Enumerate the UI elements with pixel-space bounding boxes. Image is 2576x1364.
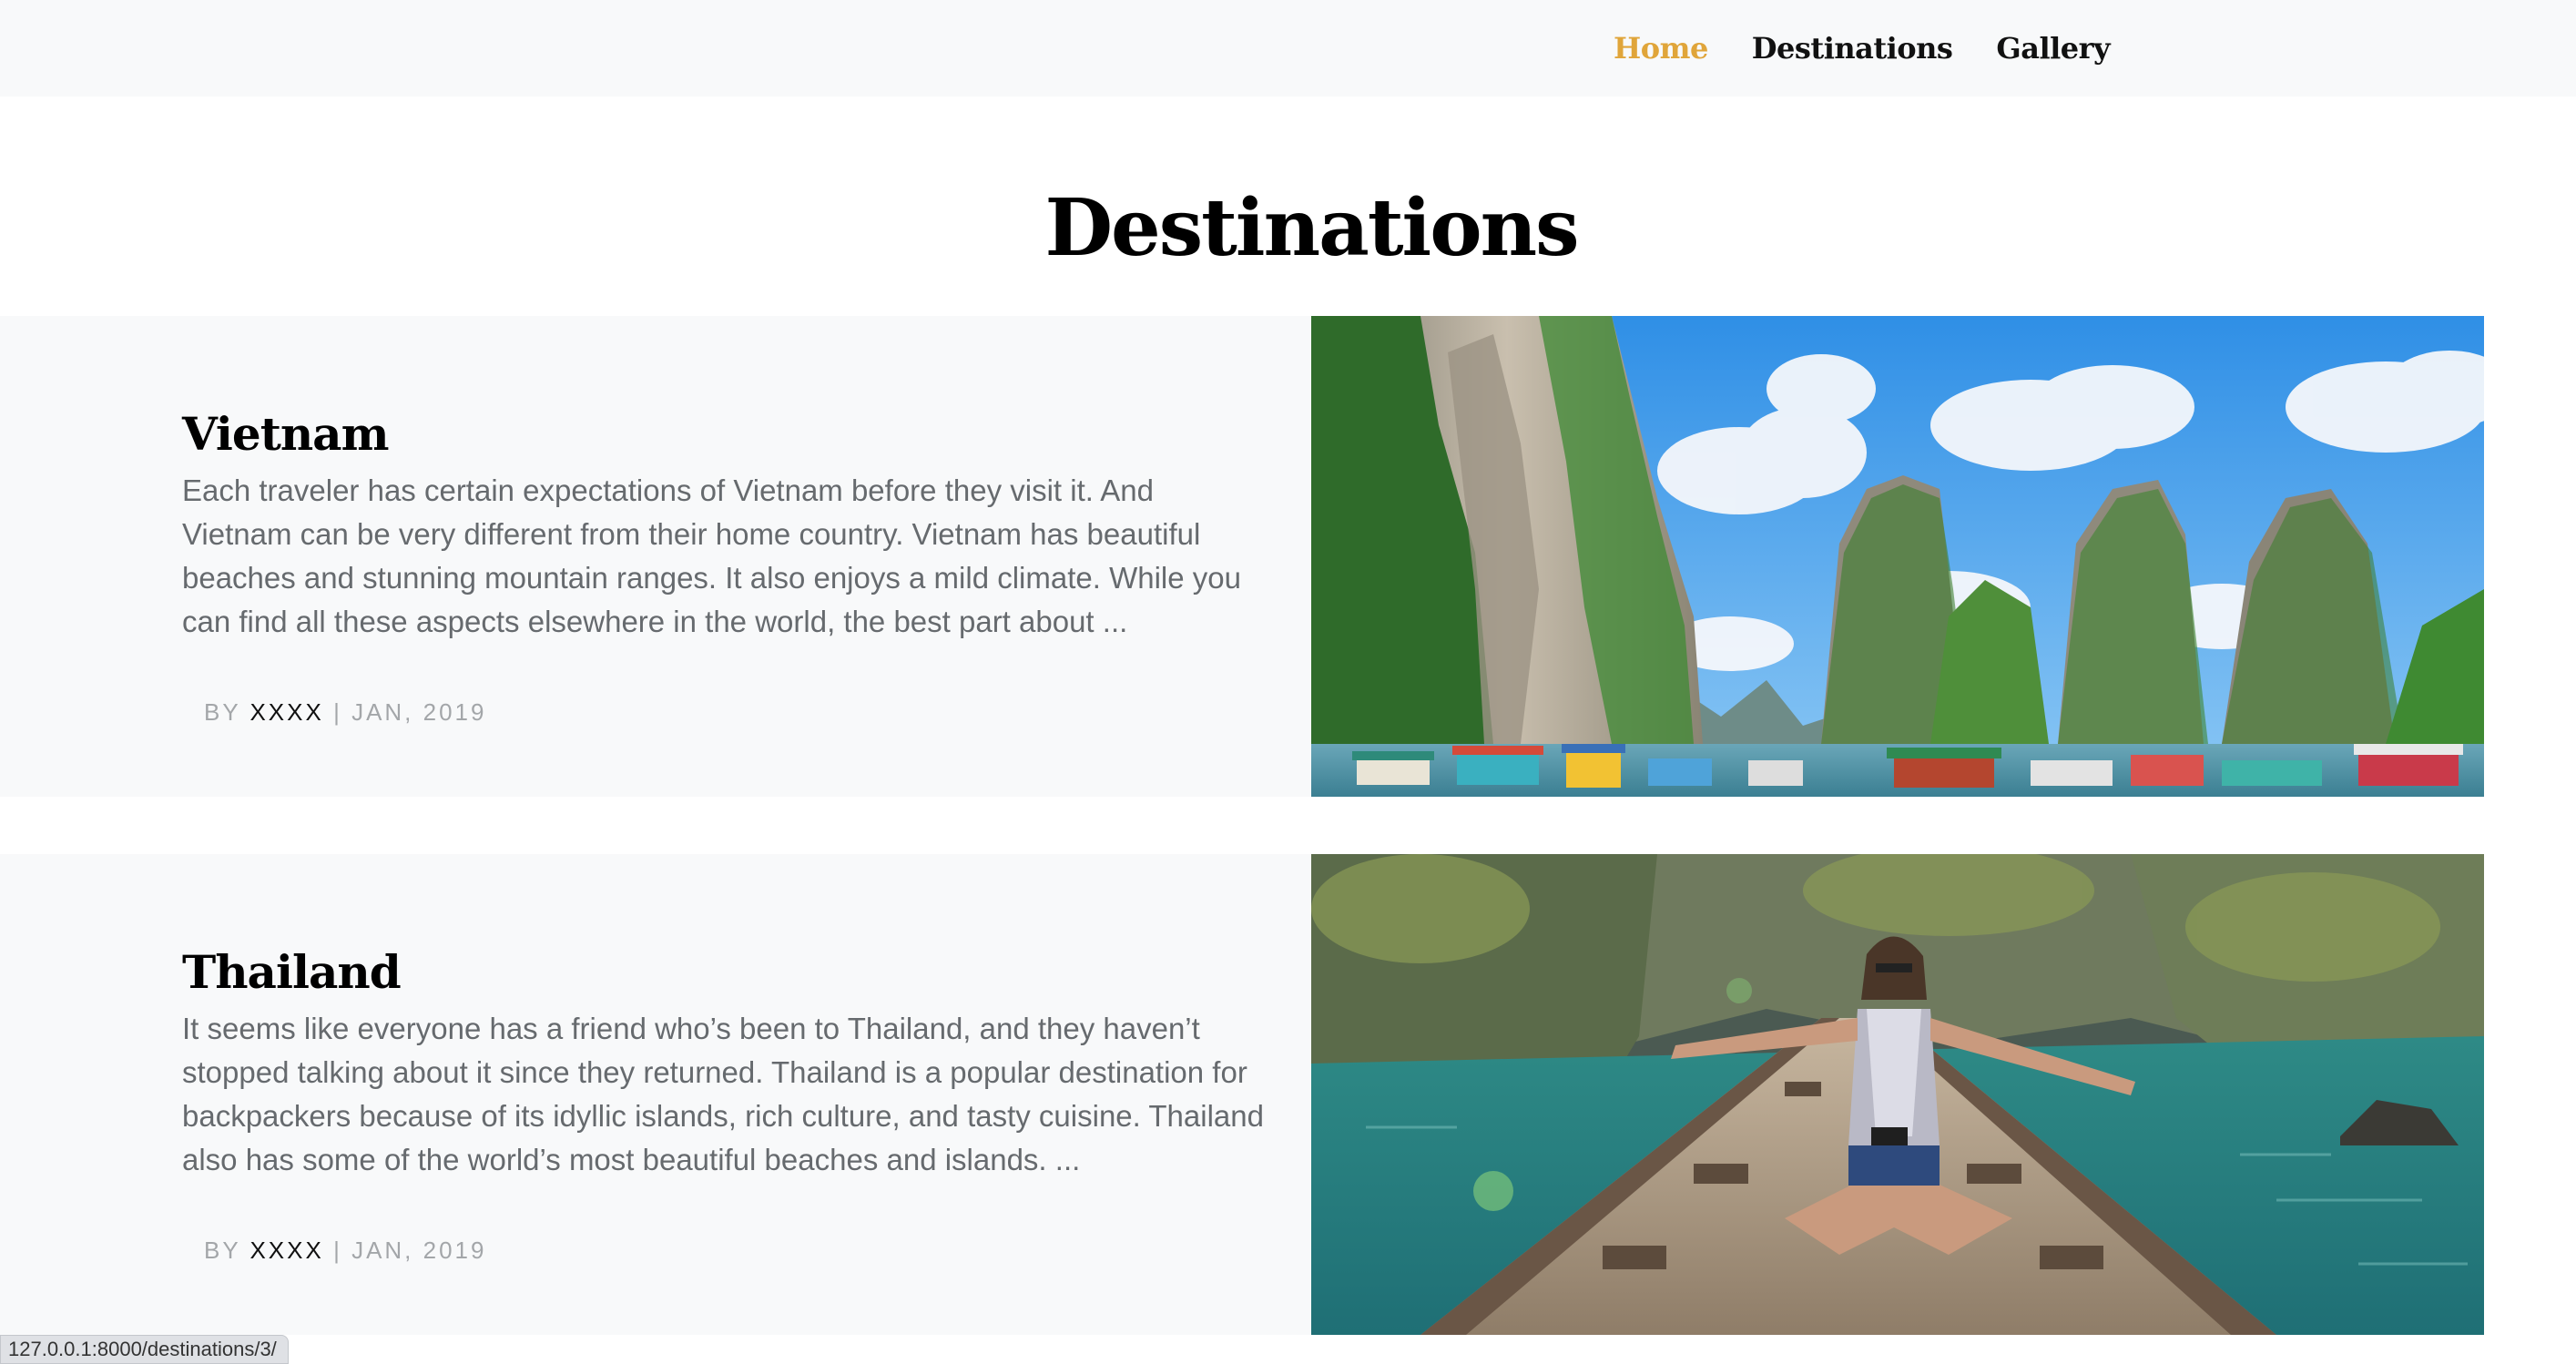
nav-link-destinations[interactable]: Destinations	[1752, 31, 1953, 66]
status-bar-url: 127.0.0.1:8000/destinations/3/	[0, 1335, 289, 1364]
card-description: Each traveler has certain expectations o…	[182, 473, 1241, 638]
card-text-panel: Thailand It seems like everyone has a fr…	[0, 854, 1311, 1335]
author-link[interactable]: XXXX	[249, 1237, 323, 1264]
card-meta: BY XXXX | JAN, 2019	[204, 698, 486, 727]
post-date: JAN, 2019	[351, 1237, 487, 1264]
nav-link-gallery[interactable]: Gallery	[1996, 31, 2110, 66]
card-title[interactable]: Thailand	[182, 945, 402, 1000]
card-description: It seems like everyone has a friend who’…	[182, 1012, 1264, 1176]
author-link[interactable]: XXXX	[249, 698, 323, 726]
by-label: BY	[204, 698, 241, 726]
post-date: JAN, 2019	[351, 698, 487, 726]
card-title[interactable]: Vietnam	[182, 407, 389, 462]
card-meta: BY XXXX | JAN, 2019	[204, 1237, 486, 1265]
by-label: BY	[204, 1237, 241, 1264]
thailand-boat-traveler-photo[interactable]	[1311, 854, 2484, 1335]
meta-separator: |	[333, 698, 342, 726]
meta-separator: |	[333, 1237, 342, 1264]
destination-card-thailand[interactable]: Thailand It seems like everyone has a fr…	[0, 854, 2484, 1335]
page-title: Destinations	[1044, 182, 1579, 274]
top-navbar: Home Destinations Gallery	[0, 0, 2576, 97]
card-text-panel: Vietnam Each traveler has certain expect…	[0, 316, 1311, 797]
destination-card-vietnam[interactable]: Vietnam Each traveler has certain expect…	[0, 316, 2484, 797]
nav-links: Home Destinations Gallery	[1614, 0, 2153, 97]
nav-link-home[interactable]: Home	[1614, 31, 1708, 66]
vietnam-karst-bay-photo[interactable]	[1311, 316, 2484, 797]
